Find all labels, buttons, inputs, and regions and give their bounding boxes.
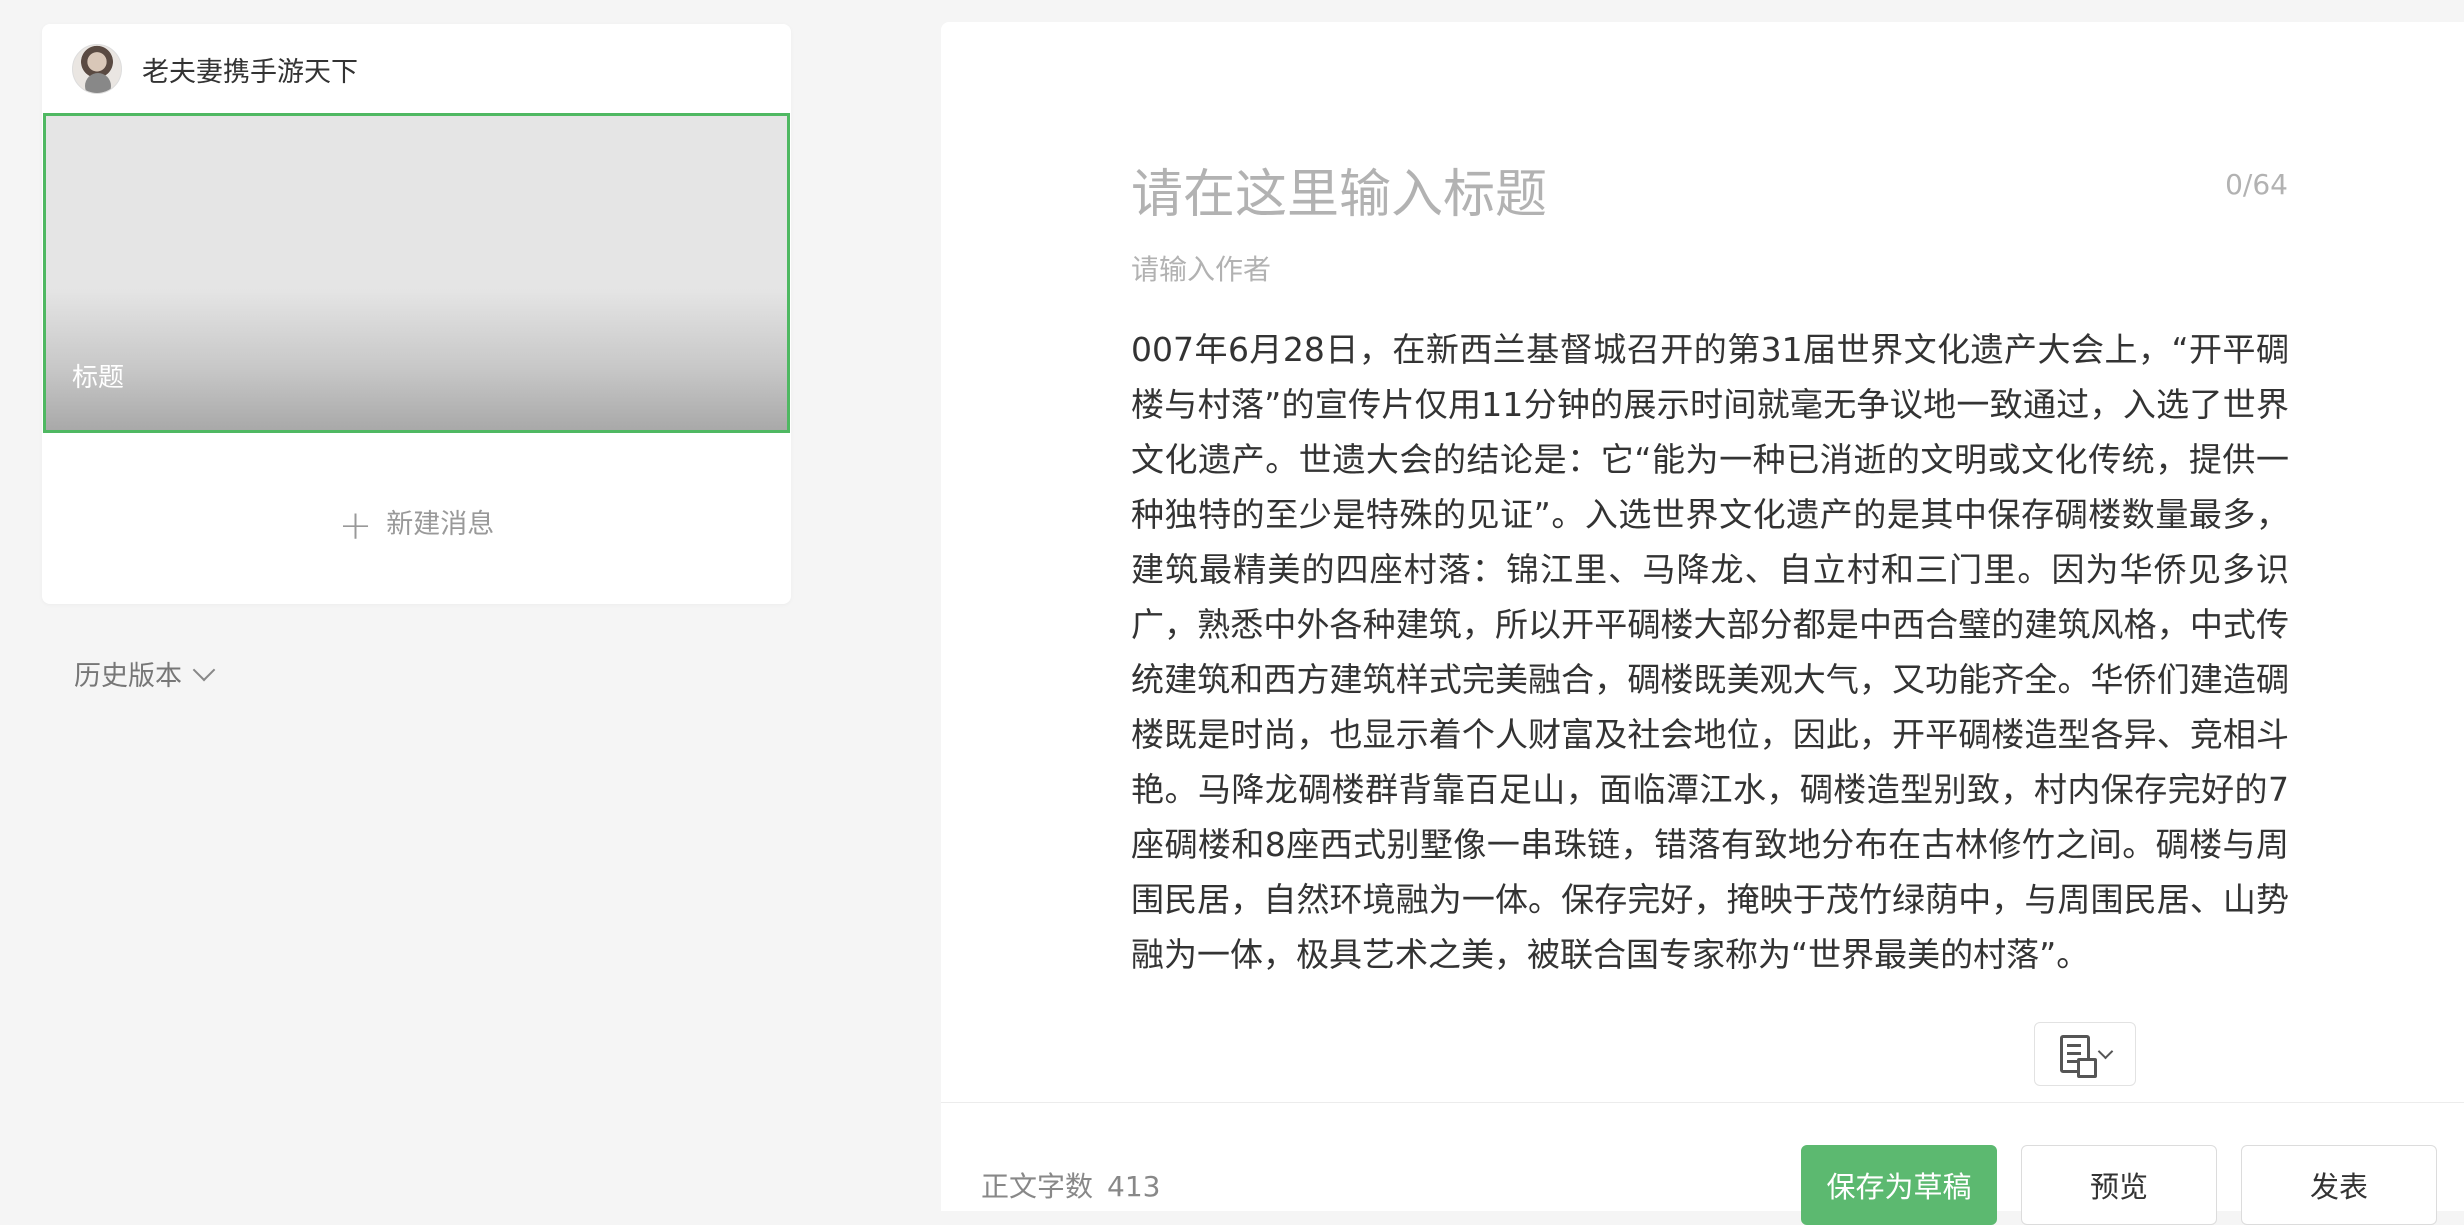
new-message-label: 新建消息 — [386, 509, 495, 540]
plus-icon: + — [338, 503, 373, 549]
word-count-value: 413 — [1107, 1170, 1161, 1203]
article-body-editor[interactable]: 007年6月28日，在新西兰基督城召开的第31届世界文化遗产大会上，“开平碉楼与… — [1131, 322, 2289, 982]
word-count-label: 正文字数 — [981, 1170, 1094, 1203]
paste-format-button[interactable] — [2034, 1022, 2136, 1086]
article-editor: 请在这里输入标题 0/64 请输入作者 007年6月28日，在新西兰基督城召开的… — [941, 22, 2464, 1211]
message-list-card: 老夫妻携手游天下 标题 + 新建消息 — [42, 24, 791, 604]
new-message-button[interactable]: + 新建消息 — [42, 502, 791, 549]
chevron-down-icon — [192, 658, 216, 681]
save-draft-button[interactable]: 保存为草稿 — [1801, 1145, 1997, 1225]
avatar — [72, 44, 122, 94]
history-label: 历史版本 — [74, 661, 182, 692]
article-cover-card[interactable]: 标题 — [43, 113, 790, 433]
word-count: 正文字数 413 — [981, 1165, 1160, 1205]
document-paste-icon — [2059, 1035, 2097, 1078]
cover-title: 标题 — [72, 363, 125, 393]
account-row: 老夫妻携手游天下 — [72, 44, 358, 94]
publish-button[interactable]: 发表 — [2241, 1145, 2437, 1225]
history-versions-dropdown[interactable]: 历史版本 — [74, 654, 216, 693]
title-char-counter: 0/64 — [2225, 168, 2288, 201]
editor-footer: 正文字数 413 保存为草稿 预览 发表 — [941, 1102, 2464, 1225]
chevron-down-icon — [2097, 1043, 2113, 1059]
author-input[interactable]: 请输入作者 — [1131, 248, 1271, 288]
title-input[interactable]: 请在这里输入标题 — [1131, 152, 1547, 227]
preview-button[interactable]: 预览 — [2021, 1145, 2217, 1225]
account-name: 老夫妻携手游天下 — [142, 56, 358, 88]
